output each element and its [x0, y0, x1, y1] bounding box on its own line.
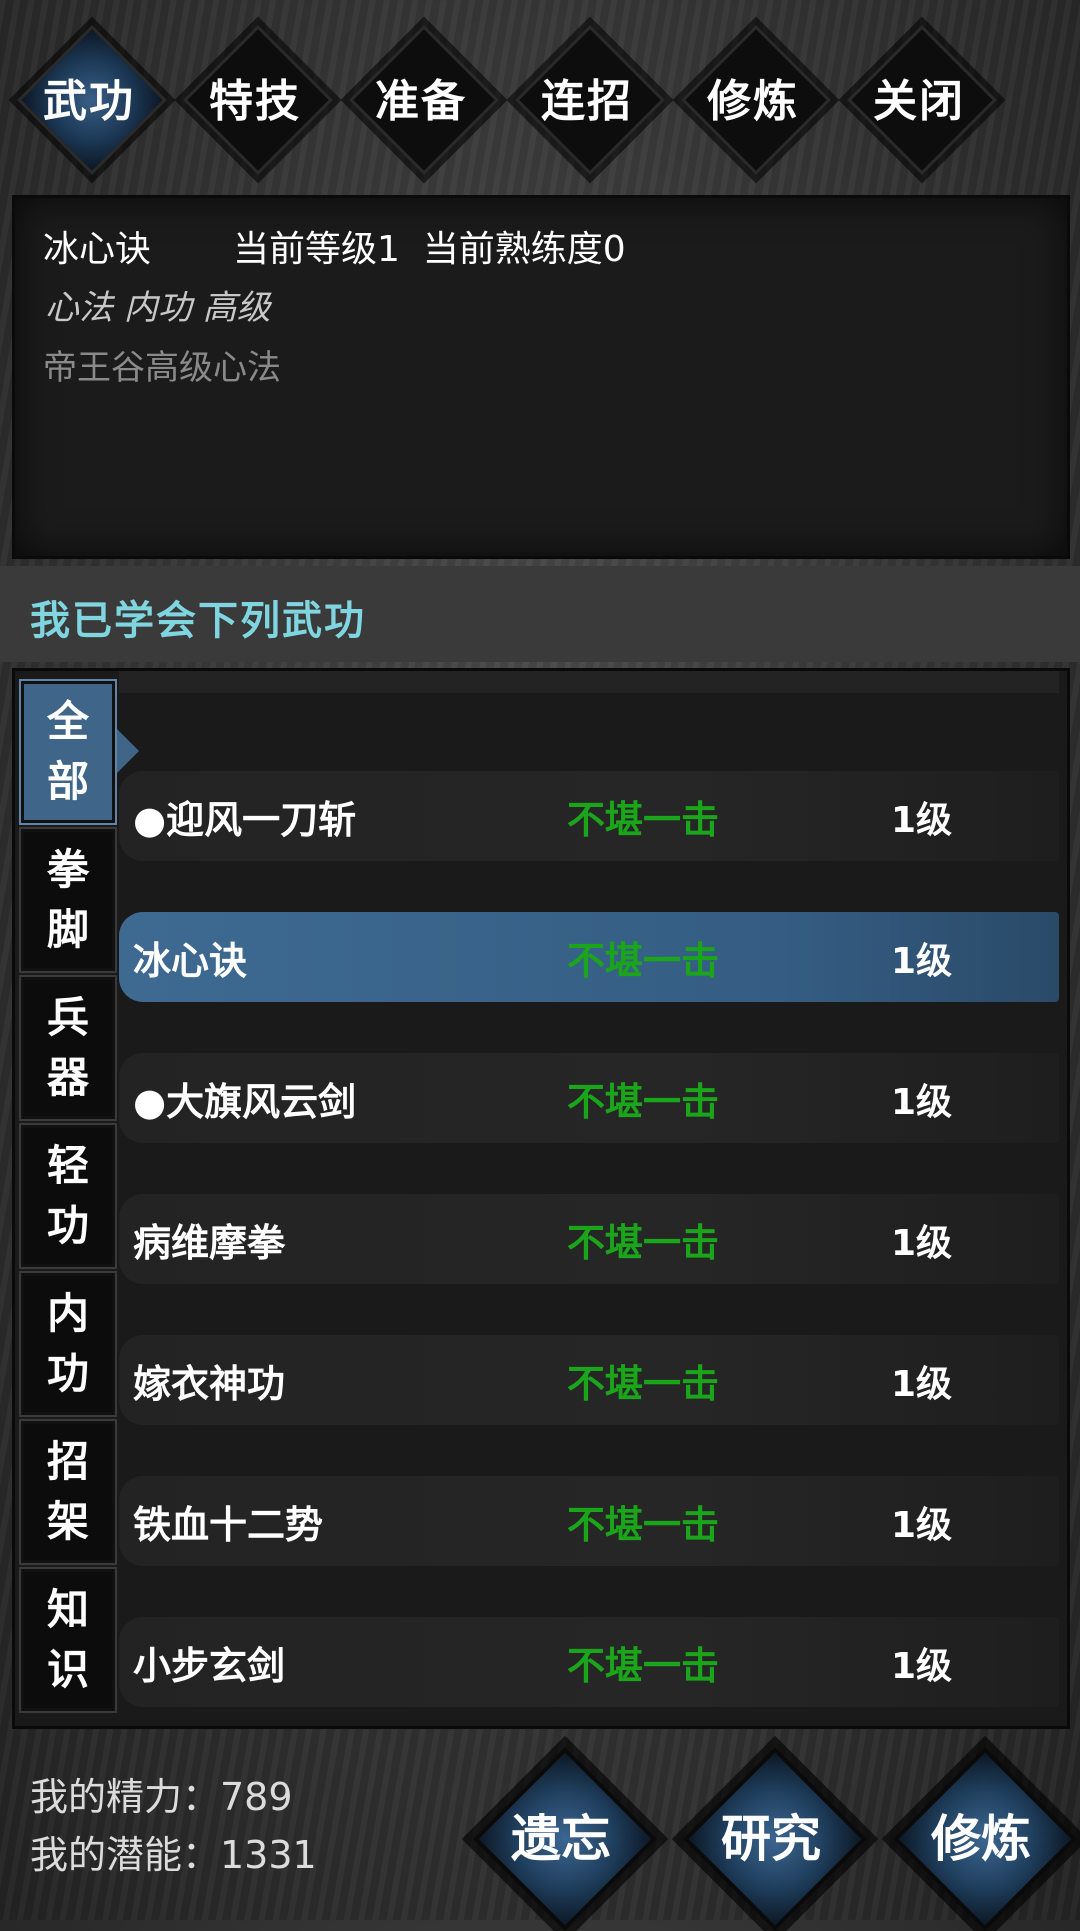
tab-special-skills[interactable]: 特技 — [183, 25, 333, 175]
skill-info-header: 冰心诀 当前等级1 当前熟练度0 — [43, 220, 626, 272]
category-weapon[interactable]: 兵器 — [19, 975, 117, 1121]
skill-row-name: 嫁衣神功 — [133, 1362, 286, 1406]
skill-row-rank: 不堪一击 — [567, 939, 720, 983]
energy-stat: 我的精力：789 — [30, 1775, 293, 1819]
tab-martial-arts[interactable]: 武功 — [17, 25, 167, 175]
skill-row[interactable]: 嫁衣神功 不堪一击 1级 — [119, 1335, 1059, 1425]
skill-row-level: 1级 — [891, 1646, 953, 1687]
skill-row[interactable]: ●迎风一刀斩 不堪一击 1级 — [119, 771, 1059, 861]
skill-list-area[interactable]: 全部 拳脚 兵器 轻功 内功 招架 知识 ●迎风一刀斩 不堪一击 1级 冰心诀 … — [12, 668, 1070, 1729]
button-label: 遗忘 — [511, 1810, 611, 1868]
category-parry[interactable]: 招架 — [19, 1419, 117, 1565]
skill-row-rank: 不堪一击 — [567, 1503, 720, 1547]
skill-row-rank: 不堪一击 — [567, 1221, 720, 1265]
tab-label: 特技 — [209, 76, 301, 127]
category-label: 兵器 — [46, 993, 89, 1102]
partial-row — [119, 671, 1059, 693]
current-proficiency: 当前熟练度0 — [422, 229, 626, 270]
button-label: 修炼 — [931, 1810, 1031, 1868]
skill-row-name: 冰心诀 — [133, 939, 248, 983]
tab-prepare[interactable]: 准备 — [349, 25, 499, 175]
skill-row-name: 铁血十二势 — [133, 1503, 324, 1547]
category-label: 内功 — [46, 1289, 89, 1398]
skill-row[interactable]: 铁血十二势 不堪一击 1级 — [119, 1476, 1059, 1566]
skill-row-level: 1级 — [891, 1223, 953, 1264]
skill-description: 帝王谷高级心法 — [43, 348, 281, 388]
category-label: 轻功 — [46, 1141, 89, 1250]
skill-row-name: 病维摩拳 — [133, 1221, 286, 1265]
tab-label: 连招 — [541, 76, 633, 127]
skill-row[interactable]: 小步玄剑 不堪一击 1级 — [119, 1617, 1059, 1707]
tab-label: 关闭 — [873, 76, 965, 127]
skill-row-level: 1级 — [891, 1082, 953, 1123]
skill-row-level: 1级 — [891, 800, 953, 841]
skill-row[interactable]: 病维摩拳 不堪一击 1级 — [119, 1194, 1059, 1284]
tab-combo[interactable]: 连招 — [515, 25, 665, 175]
skill-row-level: 1级 — [891, 941, 953, 982]
train-button[interactable]: 修炼 — [893, 1747, 1077, 1931]
section-title: 我已学会下列武功 — [30, 598, 366, 644]
top-tab-bar: 武功 特技 准备 连招 修炼 关闭 — [17, 0, 1060, 180]
skill-row[interactable]: ●大旗风云剑 不堪一击 1级 — [119, 1053, 1059, 1143]
skill-row-selected[interactable]: 冰心诀 不堪一击 1级 — [119, 912, 1059, 1002]
category-fist-kick[interactable]: 拳脚 — [19, 827, 117, 973]
skill-tags: 心法 内功 高级 — [45, 288, 271, 328]
category-label: 拳脚 — [46, 845, 89, 954]
skill-row-name: ●大旗风云剑 — [133, 1080, 357, 1124]
active-category-arrow-icon — [117, 729, 139, 773]
category-internal[interactable]: 内功 — [19, 1271, 117, 1417]
forget-button[interactable]: 遗忘 — [473, 1747, 657, 1931]
category-label: 招架 — [46, 1437, 89, 1546]
skill-row-rank: 不堪一击 — [567, 798, 720, 842]
potential-stat: 我的潜能：1331 — [30, 1833, 317, 1877]
skill-name: 冰心诀 — [43, 229, 152, 270]
button-label: 研究 — [721, 1810, 821, 1868]
skill-row-rank: 不堪一击 — [567, 1362, 720, 1406]
category-all[interactable]: 全部 — [19, 679, 117, 825]
current-level: 当前等级1 — [233, 229, 400, 270]
tab-label: 修炼 — [707, 76, 799, 127]
tab-label: 武功 — [43, 76, 135, 127]
category-label: 知识 — [46, 1585, 89, 1694]
bottom-bar: 我的精力：789 我的潜能：1331 遗忘 研究 修炼 — [0, 1728, 1080, 1931]
research-button[interactable]: 研究 — [683, 1747, 867, 1931]
tab-train[interactable]: 修炼 — [681, 25, 831, 175]
category-lightness[interactable]: 轻功 — [19, 1123, 117, 1269]
category-label: 全部 — [46, 697, 89, 806]
skill-row-rank: 不堪一击 — [567, 1644, 720, 1688]
skill-row-level: 1级 — [891, 1364, 953, 1405]
skill-row-level: 1级 — [891, 1505, 953, 1546]
skill-info-panel: 冰心诀 当前等级1 当前熟练度0 心法 内功 高级 帝王谷高级心法 — [12, 195, 1070, 559]
skill-row-rank: 不堪一击 — [567, 1080, 720, 1124]
section-header: 我已学会下列武功 — [0, 566, 1080, 662]
category-knowledge[interactable]: 知识 — [19, 1567, 117, 1713]
skill-row-name: ●迎风一刀斩 — [133, 798, 357, 842]
tab-label: 准备 — [375, 76, 467, 127]
skill-row-name: 小步玄剑 — [133, 1644, 286, 1688]
tab-close[interactable]: 关闭 — [847, 25, 997, 175]
